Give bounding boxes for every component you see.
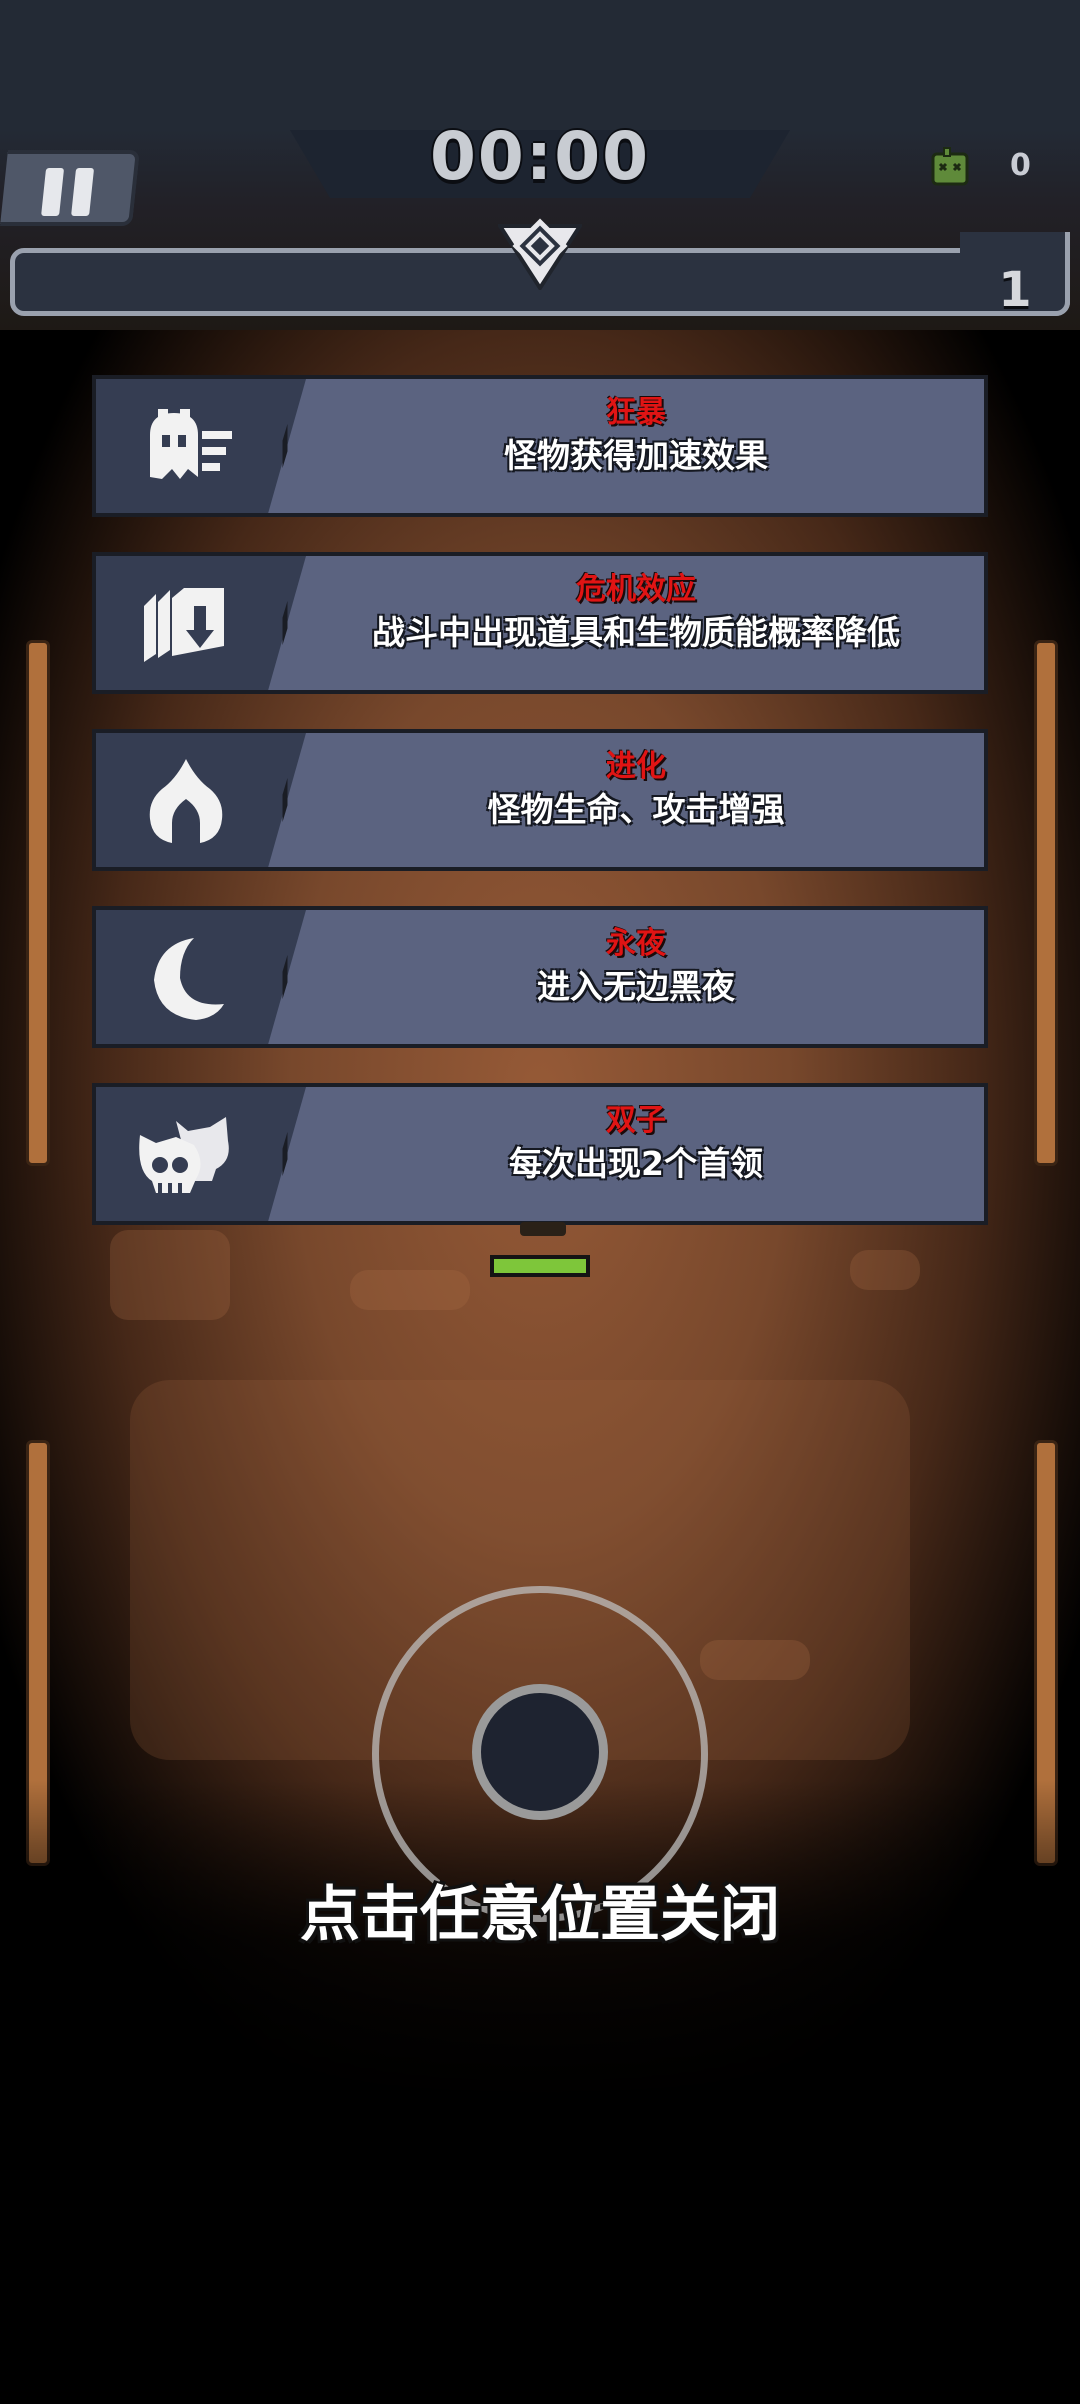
modifier-card-twins: 双子 每次出现2个首领 xyxy=(92,1083,988,1225)
wall-pillar xyxy=(1034,640,1058,1166)
zombie-head-icon xyxy=(931,147,969,186)
modifier-card-evolution: 进化 怪物生命、攻击增强 xyxy=(92,729,988,871)
floor-tile xyxy=(700,1640,810,1680)
floor-tile xyxy=(350,1270,470,1310)
kill-counter: 0 xyxy=(1010,148,1031,183)
speed-ghost-icon xyxy=(150,409,232,479)
joystick-knob[interactable] xyxy=(472,1684,608,1820)
twin-skulls-icon xyxy=(139,1117,229,1193)
modifier-description: 进入无边黑夜 xyxy=(537,967,735,1006)
modifier-card-crisis-effect: 危机效应 战斗中出现道具和生物质能概率降低 xyxy=(92,552,988,694)
modifier-description: 每次出现2个首领 xyxy=(509,1144,763,1183)
modifier-description: 怪物生命、攻击增强 xyxy=(487,790,785,829)
tap-anywhere-to-close-hint: 点击任意位置关闭 xyxy=(300,1880,780,1950)
modifier-card-eternal-night: 永夜 进入无边黑夜 xyxy=(92,906,988,1048)
modifier-title: 危机效应 xyxy=(576,572,696,607)
modifier-title: 双子 xyxy=(606,1103,666,1138)
flame-up-arrow-icon xyxy=(149,759,223,843)
level-number: 1 xyxy=(998,262,1032,318)
wall-pillar xyxy=(26,640,50,1166)
diamond-rank-icon xyxy=(498,218,582,290)
modifier-description: 战斗中出现道具和生物质能概率降低 xyxy=(372,613,900,652)
modifier-card-frenzy: 狂暴 怪物获得加速效果 xyxy=(92,375,988,517)
player-character xyxy=(520,1222,566,1236)
match-timer: 00:00 xyxy=(429,118,651,195)
modifier-description: 怪物获得加速效果 xyxy=(504,436,768,475)
modifier-title: 进化 xyxy=(606,749,666,784)
game-screen[interactable]: 00:00 0 1 狂暴 怪物获得加速效果 危机效应 战斗中出现道具和生物质能概… xyxy=(0,0,1080,2404)
floor-tile xyxy=(850,1250,920,1290)
crescent-moon-icon xyxy=(154,938,224,1020)
modifier-title: 狂暴 xyxy=(606,395,666,430)
player-health-bar xyxy=(490,1255,590,1277)
floor-tile xyxy=(110,1230,230,1320)
pause-button[interactable] xyxy=(0,150,140,226)
crates-down-icon xyxy=(144,588,224,662)
modifier-title: 永夜 xyxy=(606,926,666,961)
